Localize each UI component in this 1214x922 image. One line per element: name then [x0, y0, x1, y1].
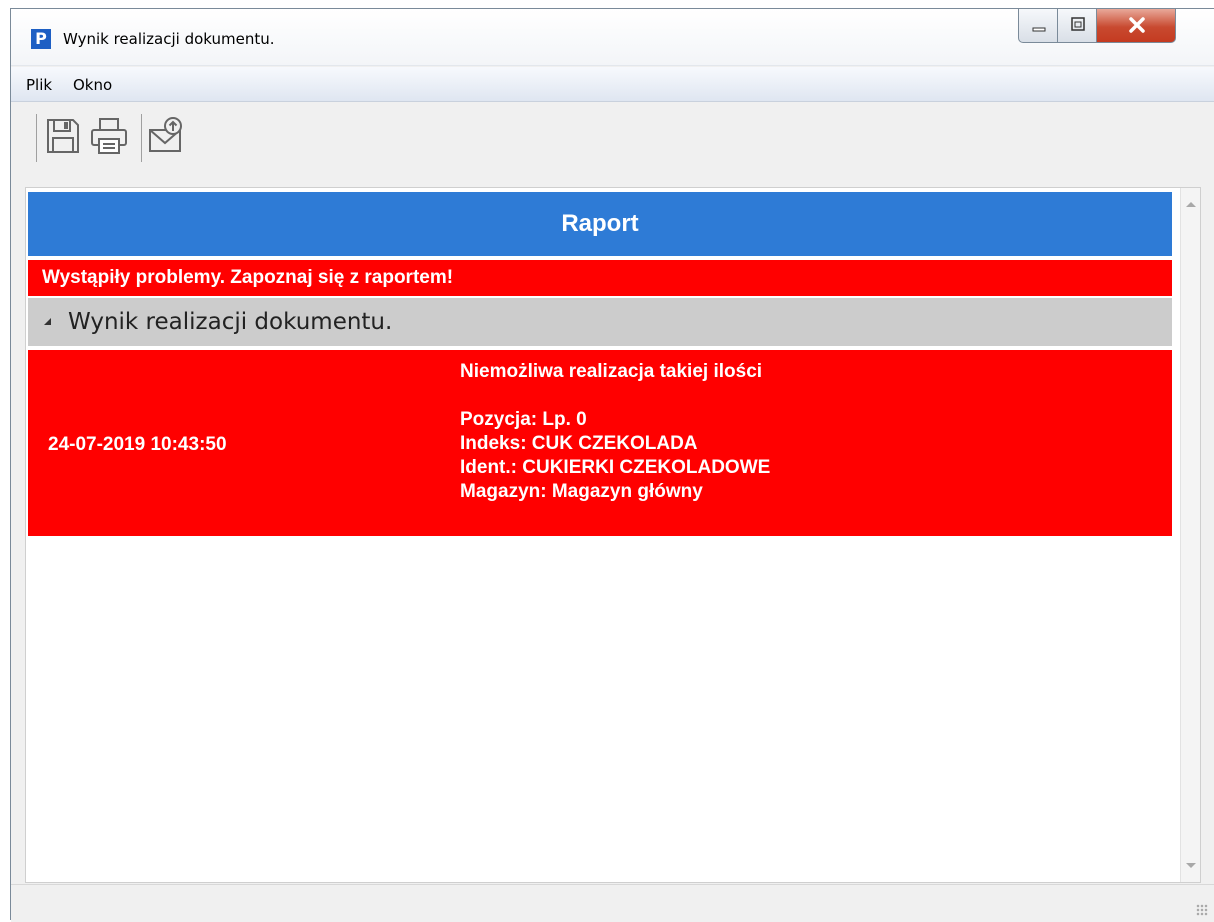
print-icon: [91, 118, 127, 154]
error-message: Niemożliwa realizacja takiej ilości Pozy…: [460, 361, 771, 502]
error-timestamp: 24-07-2019 10:43:50: [48, 434, 227, 455]
close-icon: [1129, 17, 1145, 33]
maximize-button[interactable]: [1057, 9, 1097, 43]
report-header: Raport: [28, 192, 1172, 256]
status-bar: [11, 884, 1214, 922]
window-title: Wynik realizacji dokumentu.: [63, 30, 275, 48]
toolbar-separator: [36, 114, 37, 162]
menu-item-okno[interactable]: Okno: [73, 76, 112, 94]
title-bar[interactable]: P Wynik realizacji dokumentu.: [11, 9, 1214, 66]
error-entry-row: 24-07-2019 10:43:50 Niemożliwa realizacj…: [28, 350, 1172, 536]
minimize-button[interactable]: [1018, 9, 1058, 43]
menu-item-plik[interactable]: Plik: [26, 76, 52, 94]
close-button[interactable]: [1096, 9, 1176, 43]
toolbar-separator: [141, 114, 142, 162]
report-section-header[interactable]: Wynik realizacji dokumentu.: [28, 298, 1172, 346]
collapse-triangle-icon[interactable]: [44, 318, 51, 325]
menu-bar: Plik Okno: [11, 67, 1214, 102]
scroll-up-arrow-icon[interactable]: [1186, 202, 1196, 207]
minimize-icon: [1032, 27, 1046, 32]
email-send-icon: [149, 117, 182, 152]
toolbar: [11, 102, 1214, 182]
print-button[interactable]: [89, 116, 127, 156]
vertical-scrollbar[interactable]: [1180, 188, 1200, 882]
save-icon: [47, 119, 79, 153]
email-send-button[interactable]: [147, 116, 185, 156]
warning-banner: Wystąpiły problemy. Zapoznaj się z rapor…: [28, 260, 1172, 296]
scroll-down-arrow-icon[interactable]: [1186, 863, 1196, 868]
resize-grip-icon[interactable]: [1196, 904, 1208, 916]
save-button[interactable]: [43, 116, 81, 156]
report-panel: Raport Wystąpiły problemy. Zapoznaj się …: [25, 187, 1201, 883]
app-window: P Wynik realizacji dokumentu. Plik Okno …: [10, 8, 1214, 922]
section-title: Wynik realizacji dokumentu.: [68, 309, 393, 335]
maximize-icon: [1071, 17, 1085, 31]
app-logo-icon: P: [31, 29, 51, 49]
